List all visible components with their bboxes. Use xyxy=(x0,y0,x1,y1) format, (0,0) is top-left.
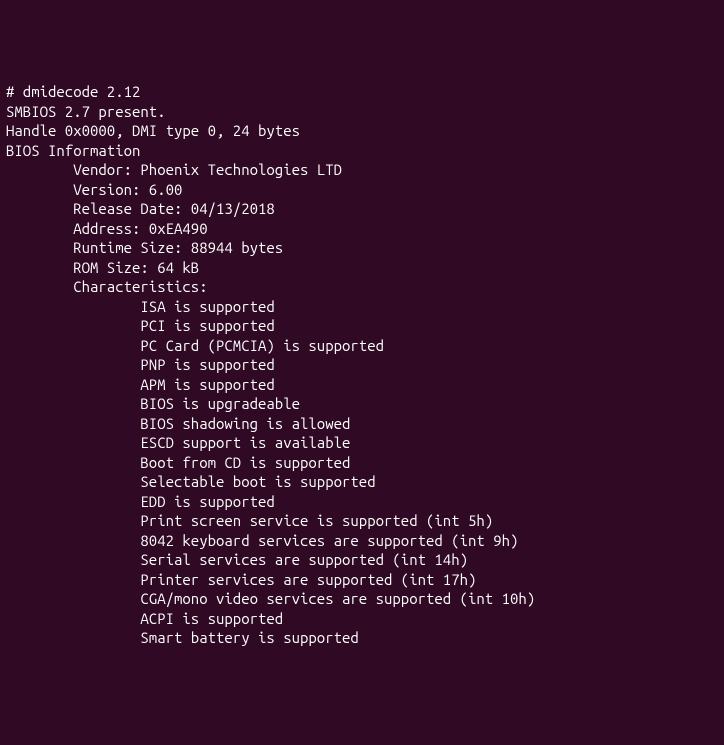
terminal-line: ESCD support is available xyxy=(6,433,718,453)
terminal-line: Release Date: 04/13/2018 xyxy=(6,199,718,219)
terminal-line: APM is supported xyxy=(6,375,718,395)
terminal-line: Vendor: Phoenix Technologies LTD xyxy=(6,160,718,180)
terminal-line: Serial services are supported (int 14h) xyxy=(6,550,718,570)
terminal-line: Address: 0xEA490 xyxy=(6,219,718,239)
terminal-line: ISA is supported xyxy=(6,297,718,317)
terminal-line: EDD is supported xyxy=(6,492,718,512)
terminal-line: Runtime Size: 88944 bytes xyxy=(6,238,718,258)
terminal-line: CGA/mono video services are supported (i… xyxy=(6,589,718,609)
terminal-line: Print screen service is supported (int 5… xyxy=(6,511,718,531)
terminal-line: Printer services are supported (int 17h) xyxy=(6,570,718,590)
terminal-line: Boot from CD is supported xyxy=(6,453,718,473)
terminal-line: Version: 6.00 xyxy=(6,180,718,200)
terminal-output: # dmidecode 2.12SMBIOS 2.7 present.Handl… xyxy=(6,82,718,648)
terminal-line: PCI is supported xyxy=(6,316,718,336)
terminal-line: Handle 0x0000, DMI type 0, 24 bytes xyxy=(6,121,718,141)
terminal-line: ROM Size: 64 kB xyxy=(6,258,718,278)
terminal-line: Smart battery is supported xyxy=(6,628,718,648)
terminal-line: Characteristics: xyxy=(6,277,718,297)
terminal-line: Selectable boot is supported xyxy=(6,472,718,492)
terminal-line: BIOS shadowing is allowed xyxy=(6,414,718,434)
terminal-line: SMBIOS 2.7 present. xyxy=(6,102,718,122)
terminal-line: PNP is supported xyxy=(6,355,718,375)
terminal-line: PC Card (PCMCIA) is supported xyxy=(6,336,718,356)
terminal-line: # dmidecode 2.12 xyxy=(6,82,718,102)
terminal-line: ACPI is supported xyxy=(6,609,718,629)
terminal-line: 8042 keyboard services are supported (in… xyxy=(6,531,718,551)
terminal-line: BIOS Information xyxy=(6,141,718,161)
terminal-line: BIOS is upgradeable xyxy=(6,394,718,414)
